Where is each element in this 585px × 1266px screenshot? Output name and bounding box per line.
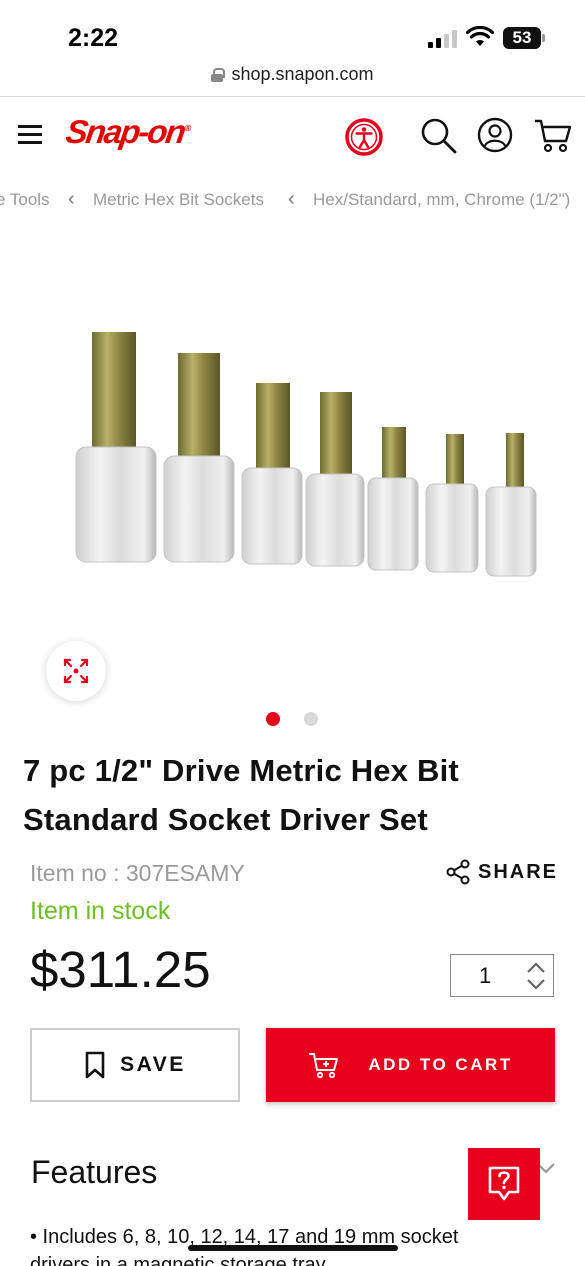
share-label: SHARE bbox=[478, 860, 559, 883]
carousel-dot[interactable] bbox=[304, 712, 318, 726]
cart-icon[interactable] bbox=[533, 117, 573, 155]
logo-text: Snap-on bbox=[63, 113, 187, 150]
menu-icon[interactable] bbox=[18, 125, 42, 145]
expand-image-button[interactable] bbox=[46, 641, 106, 701]
breadcrumb: e Tools ‹ Metric Hex Bit Sockets ‹ Hex/S… bbox=[0, 188, 585, 214]
save-label: SAVE bbox=[120, 1053, 186, 1076]
carousel-dots bbox=[266, 712, 326, 728]
wifi-icon bbox=[466, 26, 494, 46]
add-cart-icon bbox=[309, 1053, 339, 1079]
price: $311.25 bbox=[30, 941, 211, 998]
accessibility-icon[interactable] bbox=[344, 117, 384, 157]
add-to-cart-button[interactable]: ADD TO CART bbox=[266, 1028, 555, 1102]
home-indicator[interactable] bbox=[188, 1245, 398, 1251]
carousel-dot-active[interactable] bbox=[266, 712, 280, 726]
address-bar[interactable]: shop.snapon.com bbox=[0, 60, 585, 96]
battery-tip bbox=[542, 34, 545, 42]
battery-icon: 53 bbox=[503, 27, 541, 49]
logo-registered-mark: ® bbox=[183, 123, 192, 133]
status-bar: 2:22 53 bbox=[0, 0, 585, 60]
product-title-line: Standard Socket Driver Set bbox=[23, 802, 428, 837]
add-to-cart-label: ADD TO CART bbox=[368, 1055, 513, 1074]
features-heading[interactable]: Features bbox=[31, 1154, 157, 1191]
product-image[interactable] bbox=[70, 320, 540, 590]
help-chat-icon bbox=[488, 1166, 520, 1201]
search-icon[interactable] bbox=[420, 117, 458, 155]
site-header: Snap-on® bbox=[0, 97, 585, 177]
quantity-value: 1 bbox=[479, 963, 492, 988]
quantity-stepper[interactable]: 1 bbox=[450, 954, 554, 997]
signal-icon bbox=[428, 30, 458, 48]
clock: 2:22 bbox=[68, 24, 119, 52]
share-button[interactable]: SHARE bbox=[444, 858, 558, 886]
breadcrumb-item[interactable]: e Tools bbox=[0, 190, 50, 210]
bookmark-icon bbox=[85, 1051, 105, 1079]
feature-bullet-continued: drivers in a magnetic storage tray bbox=[30, 1254, 326, 1266]
product-title-line: 7 pc 1/2" Drive Metric Hex Bit bbox=[23, 753, 459, 788]
chevron-left-icon: ‹ bbox=[288, 188, 295, 210]
share-icon bbox=[446, 859, 470, 885]
item-number: Item no : 307ESAMY bbox=[30, 860, 245, 886]
help-button[interactable] bbox=[468, 1148, 540, 1220]
url-text: shop.snapon.com bbox=[231, 64, 374, 84]
breadcrumb-item[interactable]: Metric Hex Bit Sockets bbox=[93, 190, 264, 210]
lock-icon bbox=[211, 67, 226, 82]
expand-icon bbox=[63, 658, 89, 684]
save-button[interactable]: SAVE bbox=[30, 1028, 240, 1102]
stepper-arrows-icon[interactable] bbox=[525, 960, 547, 992]
snap-on-logo[interactable]: Snap-on® bbox=[63, 113, 193, 151]
chevron-left-icon: ‹ bbox=[68, 188, 75, 210]
stock-status: Item in stock bbox=[30, 897, 171, 925]
user-icon[interactable] bbox=[477, 117, 513, 153]
product-title: 7 pc 1/2" Drive Metric Hex Bit Standard … bbox=[23, 746, 563, 844]
breadcrumb-item[interactable]: Hex/Standard, mm, Chrome (1/2") bbox=[313, 190, 570, 210]
